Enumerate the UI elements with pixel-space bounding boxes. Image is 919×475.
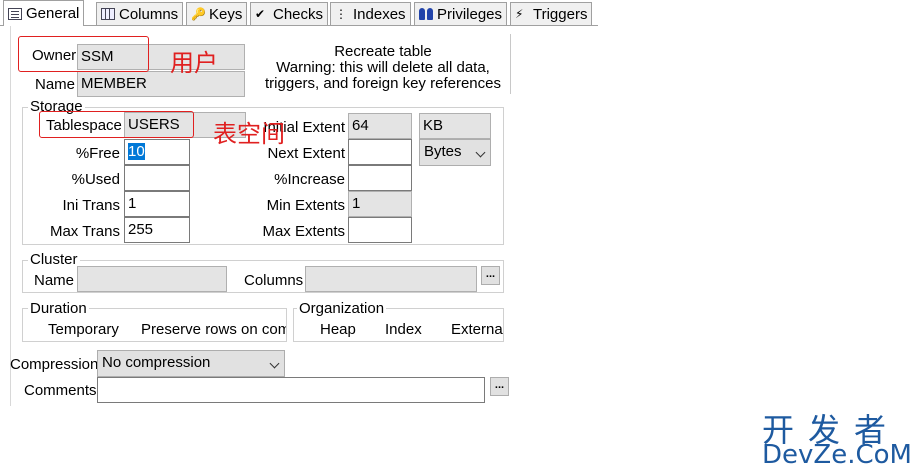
next-extent-unit-dropdown[interactable]: Bytes xyxy=(419,139,491,166)
tablespace-annotation-box xyxy=(39,111,194,138)
compression-dropdown[interactable]: No compression xyxy=(97,350,285,377)
name-field[interactable]: MEMBER xyxy=(77,71,245,97)
triggers-icon: ⚡ xyxy=(515,7,524,21)
watermark-domain-text: DevZe.CoM xyxy=(762,440,912,470)
recreate-table-button[interactable]: Recreate table Warning: this will delete… xyxy=(258,36,508,94)
checks-icon: ✔ xyxy=(255,7,266,21)
initial-extent-value: 64 xyxy=(352,117,369,134)
initial-extent-field[interactable]: 64 xyxy=(348,113,412,139)
max-extents-label: Max Extents xyxy=(262,223,345,240)
tab-columns[interactable]: Columns xyxy=(96,2,184,25)
initial-extent-unit-value: KB xyxy=(423,117,444,134)
maxtrans-input[interactable]: 255 xyxy=(124,217,190,243)
cluster-name-field[interactable] xyxy=(77,266,227,292)
comments-label: Comments xyxy=(24,382,97,399)
tab-keys-label: Keys xyxy=(209,5,243,23)
recreate-separator xyxy=(510,34,511,94)
tab-indexes-label: Indexes xyxy=(353,5,406,23)
tab-general[interactable]: General xyxy=(3,0,85,26)
organization-title: Organization xyxy=(297,300,387,317)
min-extents-value: 1 xyxy=(352,195,361,212)
duration-title: Duration xyxy=(28,300,89,317)
initial-extent-unit[interactable]: KB xyxy=(419,113,491,139)
keys-icon: 🔑 xyxy=(191,7,206,21)
organization-index-option[interactable]: Index xyxy=(385,321,422,338)
organization-external-option[interactable]: External xyxy=(451,321,503,338)
tab-columns-label: Columns xyxy=(119,5,179,23)
chevron-down-icon xyxy=(475,147,486,158)
panel-left-edge xyxy=(10,26,11,406)
tab-checks-label: Checks xyxy=(273,5,324,23)
initrans-label: Ini Trans xyxy=(62,197,120,214)
tablespace-annotation-text: 表空间 xyxy=(213,121,285,148)
indexes-icon: ⋮ xyxy=(335,7,347,21)
maxtrans-value: 255 xyxy=(128,221,154,238)
next-extent-input[interactable] xyxy=(348,139,412,165)
cluster-title: Cluster xyxy=(28,251,80,268)
pctfree-input[interactable]: 10 xyxy=(124,139,190,165)
pctincrease-input[interactable] xyxy=(348,165,412,191)
cluster-columns-browse-button[interactable]: ... xyxy=(481,266,500,285)
cluster-columns-label: Columns xyxy=(244,272,304,289)
initrans-value: 1 xyxy=(128,195,137,212)
tab-privileges[interactable]: Privileges xyxy=(414,2,508,25)
pctfree-label: %Free xyxy=(75,145,120,162)
max-extents-input[interactable] xyxy=(348,217,412,243)
compression-value: No compression xyxy=(102,354,211,371)
cluster-columns-field[interactable] xyxy=(305,266,477,292)
comments-browse-button[interactable]: ... xyxy=(490,377,509,396)
columns-icon xyxy=(101,8,115,20)
privileges-icon xyxy=(419,8,433,20)
comments-input[interactable] xyxy=(97,377,485,403)
owner-annotation-box xyxy=(18,36,149,72)
tab-keys[interactable]: 🔑 Keys xyxy=(186,2,248,25)
tab-triggers-label: Triggers xyxy=(533,5,588,23)
tab-checks[interactable]: ✔ Checks xyxy=(250,2,329,25)
pctfree-value: 10 xyxy=(128,143,145,160)
tab-indexes[interactable]: ⋮ Indexes xyxy=(330,2,411,25)
tab-strip-baseline xyxy=(0,25,598,26)
pctincrease-label: %Increase xyxy=(274,171,345,188)
min-extents-field[interactable]: 1 xyxy=(348,191,412,217)
duration-preserve-option[interactable]: Preserve rows on com xyxy=(141,321,286,338)
recreate-title: Recreate table xyxy=(334,43,432,60)
organization-heap-option[interactable]: Heap xyxy=(320,321,356,338)
pctused-label: %Used xyxy=(71,171,120,188)
cluster-name-label: Name xyxy=(34,272,75,289)
owner-annotation-text: 用户 xyxy=(170,50,218,77)
compression-label: Compression xyxy=(10,356,99,373)
tab-privileges-label: Privileges xyxy=(437,5,503,23)
next-extent-unit-value: Bytes xyxy=(424,143,462,160)
duration-temporary-option[interactable]: Temporary xyxy=(48,321,119,338)
initrans-input[interactable]: 1 xyxy=(124,191,190,217)
tab-general-label: General xyxy=(26,5,80,22)
maxtrans-label: Max Trans xyxy=(49,223,120,240)
name-label: Name xyxy=(35,76,76,93)
name-value: MEMBER xyxy=(81,75,147,92)
recreate-warning-line1: Warning: this will delete all data, xyxy=(276,59,490,76)
tab-triggers[interactable]: ⚡ Triggers xyxy=(510,2,593,25)
general-doc-icon xyxy=(8,7,22,20)
pctused-input[interactable] xyxy=(124,165,190,191)
tab-strip: General Columns 🔑 Keys ✔ Checks ⋮ Indexe… xyxy=(0,0,919,26)
min-extents-label: Min Extents xyxy=(266,197,345,214)
recreate-warning-line2: triggers, and foreign key references xyxy=(265,75,501,92)
next-extent-label: Next Extent xyxy=(267,145,345,162)
chevron-down-icon xyxy=(269,358,280,369)
